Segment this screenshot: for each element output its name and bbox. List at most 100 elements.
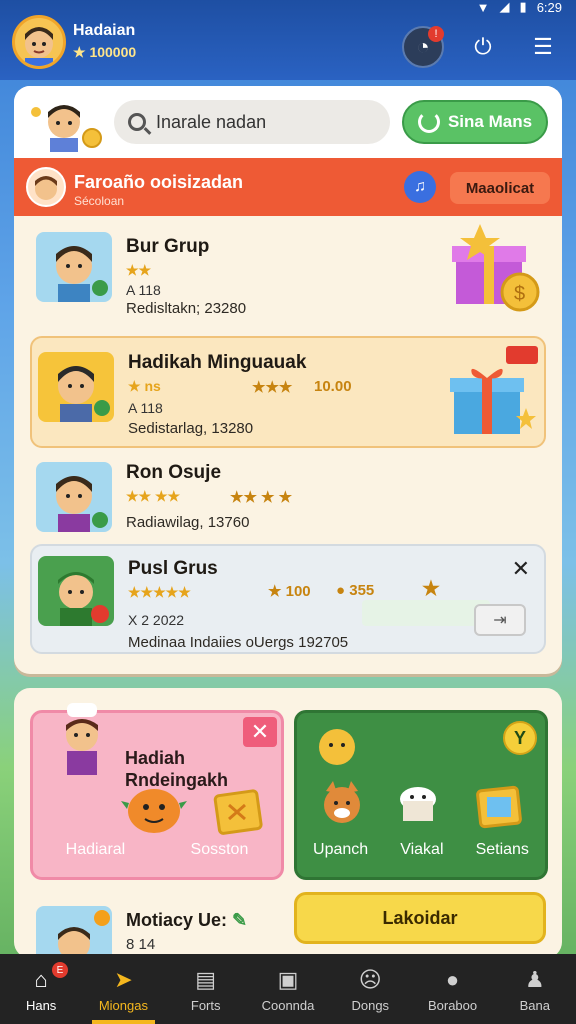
search-button[interactable]: Sina Mans	[402, 100, 548, 144]
player-coins: ★ 100000	[73, 44, 137, 60]
list-item[interactable]: Bur Grup ★★ A 118 Redisltakn; 23280 $	[30, 224, 546, 322]
row-title: Bur Grup	[126, 236, 210, 257]
bottom-nav: ⌂ E Hans ➤ Miongas ▤ Forts ▣ Coonnda ☹ D…	[0, 954, 576, 1024]
row-extra-value: 10.00	[314, 378, 352, 395]
banner-avatar	[26, 167, 66, 207]
row-avatar	[38, 556, 114, 626]
nav-label: Dongs	[351, 997, 390, 1013]
notification-badge: !	[428, 26, 444, 42]
nav-item-community[interactable]: ▣ Coonnda	[247, 954, 329, 1024]
row-sub: Sedistarlag, 13280	[128, 420, 254, 437]
refresh-icon	[417, 111, 440, 133]
row-avatar	[36, 232, 112, 302]
card-badge: Y	[503, 721, 537, 755]
bottom-row-title: Motiacy Ue: ✎	[126, 910, 248, 930]
arrow-icon: ⇥	[493, 612, 507, 629]
nav-item-missions[interactable]: ➤ Miongas	[82, 954, 164, 1024]
top-bar: ▼ ◢ ▮ 6:29 Hadaian ★ 100000 ◔ ! ⏻ ☰	[0, 0, 576, 80]
banner-face-icon	[35, 176, 57, 200]
egg-icon	[319, 729, 355, 765]
player-avatar[interactable]	[12, 15, 66, 69]
power-icon: ⏻	[474, 34, 492, 59]
gift-box-icon: $	[452, 224, 540, 312]
action-button[interactable]: Lakoidar	[294, 892, 546, 944]
card-labels: Upanch Viakal Setians	[297, 841, 545, 859]
items-card[interactable]: Y Upanch Viakal Setians	[294, 710, 548, 880]
banner-subtitle: Sécoloan	[74, 194, 125, 208]
notification-button[interactable]: ◔ !	[402, 26, 444, 68]
list-item[interactable]: Hadikah Minguauak ★ ns ★★★ 10.00 A 118 S…	[30, 336, 546, 448]
player-face-icon	[25, 27, 53, 66]
card-label: Viakal	[400, 841, 444, 858]
pumpkin-icon	[121, 789, 187, 833]
row-extra-stars: ★★ ★ ★	[230, 489, 293, 506]
close-icon[interactable]: ✕	[512, 556, 530, 582]
chat-icon: ●	[445, 966, 460, 992]
row-avatar	[36, 906, 112, 958]
nav-item-dongs[interactable]: ☹ Dongs	[329, 954, 411, 1024]
card-label: Hadiaral	[65, 841, 126, 858]
search-placeholder: Inarale nadan	[156, 111, 267, 132]
forward-button[interactable]: ⇥	[474, 604, 526, 636]
chef-avatar-icon	[66, 703, 98, 775]
arrow-right-icon: ➤	[114, 966, 133, 992]
menu-button[interactable]: ☰	[522, 26, 564, 68]
bell-icon: ◔	[416, 34, 430, 59]
row-title: Ron Osuje	[126, 462, 222, 483]
player-face-icon	[58, 572, 109, 626]
row-stars: ★★	[126, 262, 152, 278]
nav-item-boraboo[interactable]: ● Boraboo	[411, 954, 493, 1024]
player-face-icon	[58, 366, 110, 422]
mascot-icon	[31, 105, 102, 152]
progress-bar	[362, 600, 490, 626]
card-item-icon	[476, 785, 522, 829]
main-panel: Inarale nadan Sina Mans Faroaño ooisizad…	[14, 86, 562, 674]
leaf-icon: ✎	[232, 910, 248, 930]
battery-icon: ▮	[519, 0, 527, 14]
status-time: 6:29	[536, 0, 562, 15]
card-label: Sosston	[190, 841, 249, 858]
nav-label: Forts	[190, 997, 221, 1013]
row-avatar	[36, 462, 112, 532]
svg-text:$: $	[514, 283, 525, 305]
wifi-icon: ▼	[476, 0, 490, 15]
reward-card[interactable]: Hadiah Rndeingakh ✕ Hadiaral Sosston	[30, 703, 284, 880]
cake-icon	[400, 787, 436, 821]
nav-label: Bana	[519, 997, 551, 1013]
player-face-icon	[56, 246, 108, 302]
lower-panel: Hadiah Rndeingakh ✕ Hadiaral Sosston Y U…	[14, 688, 562, 958]
promo-banner: Faroaño ooisizadan Sécoloan ♫ Maaolicat	[14, 158, 562, 216]
row-sub: Medinaa Indaiies oUergs 192705	[128, 634, 349, 651]
close-card-button[interactable]: ✕	[243, 717, 277, 747]
nav-label: Coonnda	[261, 997, 315, 1013]
voice-icon[interactable]: ♫	[404, 171, 436, 203]
row-meta: A 118	[128, 400, 163, 416]
banner-button[interactable]: Maaolicat	[450, 172, 550, 204]
list-item[interactable]: Pusl Grus ★★★★★ ★ 100 ● 355 ★ X 2 2022 M…	[30, 544, 546, 654]
player-face-icon	[56, 476, 108, 532]
row-stars: ★ ns	[128, 378, 161, 394]
face-icon: ☹	[358, 966, 382, 992]
search-button-label: Sina Mans	[447, 112, 533, 131]
card-label: Upanch	[313, 841, 369, 858]
row-extra-value-2: ● 355	[336, 582, 375, 599]
card-label: Setians	[475, 841, 529, 858]
nav-label: Hans	[25, 997, 57, 1013]
status-bar: ▼ ◢ ▮ 6:29	[476, 0, 562, 15]
nav-item-profile[interactable]: ♟ Bana	[494, 954, 576, 1024]
nav-label: Boraboo	[427, 997, 478, 1013]
search-input[interactable]: Inarale nadan	[114, 100, 390, 144]
search-icon	[128, 113, 146, 131]
nav-item-home[interactable]: ⌂ E Hans	[0, 954, 82, 1024]
row-avatar	[38, 352, 114, 422]
row-sub: Radiawilag, 13760	[126, 514, 250, 531]
bottom-row-sub: 8 14	[126, 936, 156, 953]
row-extra-stars: ★★★	[252, 379, 293, 396]
list-item[interactable]: Ron Osuje ★★ ★★ ★★ ★ ★ Radiawilag, 13760	[30, 458, 546, 538]
menu-icon: ☰	[533, 34, 553, 59]
nav-item-forts[interactable]: ▤ Forts	[165, 954, 247, 1024]
power-button[interactable]: ⏻	[462, 26, 504, 68]
row-title: Hadikah Minguauak	[128, 352, 307, 373]
row-title: Pusl Grus	[128, 558, 218, 579]
row-sub: Redisltakn; 23280	[126, 300, 247, 317]
